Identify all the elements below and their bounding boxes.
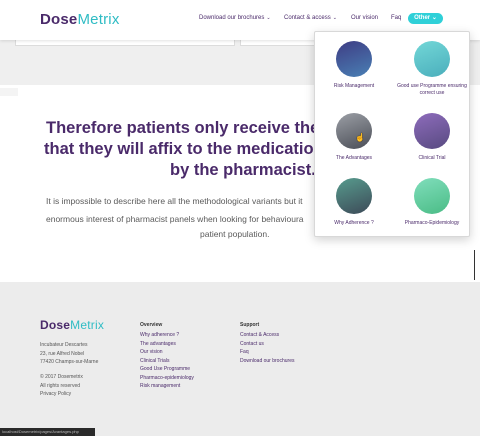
nav-contact-label: Contact & access — [284, 15, 331, 21]
footer-link[interactable]: Why adherence ? — [140, 331, 194, 340]
copyright: © 2017 Dosemetrix — [40, 374, 83, 380]
pharmaco-epidemiology-icon — [414, 178, 450, 214]
menu-item-why-adherence[interactable]: Why Adherence ? — [315, 178, 393, 227]
nav-faq[interactable]: Faq — [391, 15, 401, 21]
footer-link[interactable]: Contact & Access — [240, 331, 294, 340]
footer-link[interactable]: Our vision — [140, 348, 194, 357]
menu-item-advantages[interactable]: ☝ The Advantages — [315, 113, 393, 162]
chevron-down-icon: ⌄ — [266, 15, 271, 21]
footer-link[interactable]: Contact us — [240, 340, 294, 349]
risk-management-icon — [336, 41, 372, 77]
menu-item-risk-management[interactable]: Risk Management — [315, 41, 393, 90]
privacy-link[interactable]: Privacy Policy — [40, 390, 83, 399]
footer: DoseMetrix Incubateur Descartes 23, rue … — [0, 282, 480, 436]
clinical-trial-icon — [414, 113, 450, 149]
support-title: Support — [240, 322, 260, 328]
nav-contact[interactable]: Contact & access ⌄ — [284, 15, 337, 21]
headline-line3: by the pharmacist. — [170, 161, 316, 179]
menu-item-clinical-trial[interactable]: Clinical Trial — [393, 113, 471, 162]
nav-brochures[interactable]: Download our brochures ⌄ — [199, 15, 271, 21]
advantages-icon: ☝ — [336, 113, 372, 149]
body-line3: patient population. — [200, 229, 270, 239]
address-line: Incubateur Descartes — [40, 342, 88, 348]
menu-item-label: Pharmaco-Epidemiology — [404, 220, 460, 226]
menu-item-pharmaco-epidemiology[interactable]: Pharmaco-Epidemiology — [393, 178, 471, 227]
chevron-down-icon: ⌄ — [431, 15, 437, 21]
nav-other-label: Other — [414, 15, 431, 21]
menu-item-good-use[interactable]: Good use Programme ensuring correct use — [393, 41, 471, 97]
footer-link[interactable]: Download our brochures — [240, 357, 294, 366]
nav-brochures-label: Download our brochures — [199, 15, 265, 21]
footer-link[interactable]: Faq — [240, 348, 294, 357]
footer-logo-part1: Dose — [40, 318, 71, 332]
headline-line1: Therefore patients only receive the e — [46, 119, 334, 137]
divider — [474, 250, 475, 280]
menu-item-label: Risk Management — [333, 83, 375, 89]
chevron-down-icon: ⌄ — [332, 15, 337, 21]
support-links: Contact & Access Contact us Faq Download… — [240, 331, 294, 365]
body-line1: It is impossible to describe here all th… — [46, 196, 303, 206]
status-url: localhost/Dosemetrix/pages/Avantages.php — [0, 428, 95, 436]
menu-item-label: The Advantages — [335, 155, 373, 161]
footer-legal: © 2017 Dosemetrix All rights reserved Pr… — [40, 373, 83, 399]
nav-vision[interactable]: Our vision — [351, 15, 378, 21]
overview-links: Why adherence ? The advantages Our visio… — [140, 331, 194, 391]
footer-address: Incubateur Descartes 23, rue Alfred Nobe… — [40, 341, 98, 367]
logo[interactable]: DoseMetrix — [40, 11, 120, 28]
footer-link[interactable]: The advantages — [140, 340, 194, 349]
address-line: 23, rue Alfred Nobel — [40, 350, 85, 357]
good-use-icon — [414, 41, 450, 77]
menu-item-label: Why Adherence ? — [334, 220, 374, 226]
address-line: 77420 Champs-sur-Marne — [40, 359, 99, 365]
footer-link[interactable]: Clinical Trials — [140, 357, 194, 366]
footer-link[interactable]: Risk management — [140, 382, 194, 391]
rights: All rights reserved — [40, 382, 81, 389]
footer-link[interactable]: Pharmaco-epidemiology — [140, 374, 194, 383]
ghost-tab — [0, 88, 18, 96]
pointer-cursor-icon: ☝ — [355, 133, 365, 142]
footer-logo[interactable]: DoseMetrix — [40, 318, 104, 332]
footer-link[interactable]: Good Use Programme — [140, 365, 194, 374]
headline-line2: that they will affix to the medication l — [44, 140, 333, 158]
overview-title: Overview — [140, 322, 163, 328]
card-left — [15, 40, 235, 46]
nav-other-button[interactable]: Other ⌄ — [408, 13, 443, 24]
other-dropdown-menu: Risk Management Good use Programme ensur… — [314, 31, 470, 237]
menu-item-label: Clinical Trial — [418, 155, 446, 161]
footer-logo-part2: Metrix — [70, 318, 105, 332]
menu-item-label: Good use Programme ensuring correct use — [397, 83, 467, 96]
logo-part2: Metrix — [77, 11, 120, 28]
why-adherence-icon — [336, 178, 372, 214]
logo-part1: Dose — [40, 11, 78, 28]
